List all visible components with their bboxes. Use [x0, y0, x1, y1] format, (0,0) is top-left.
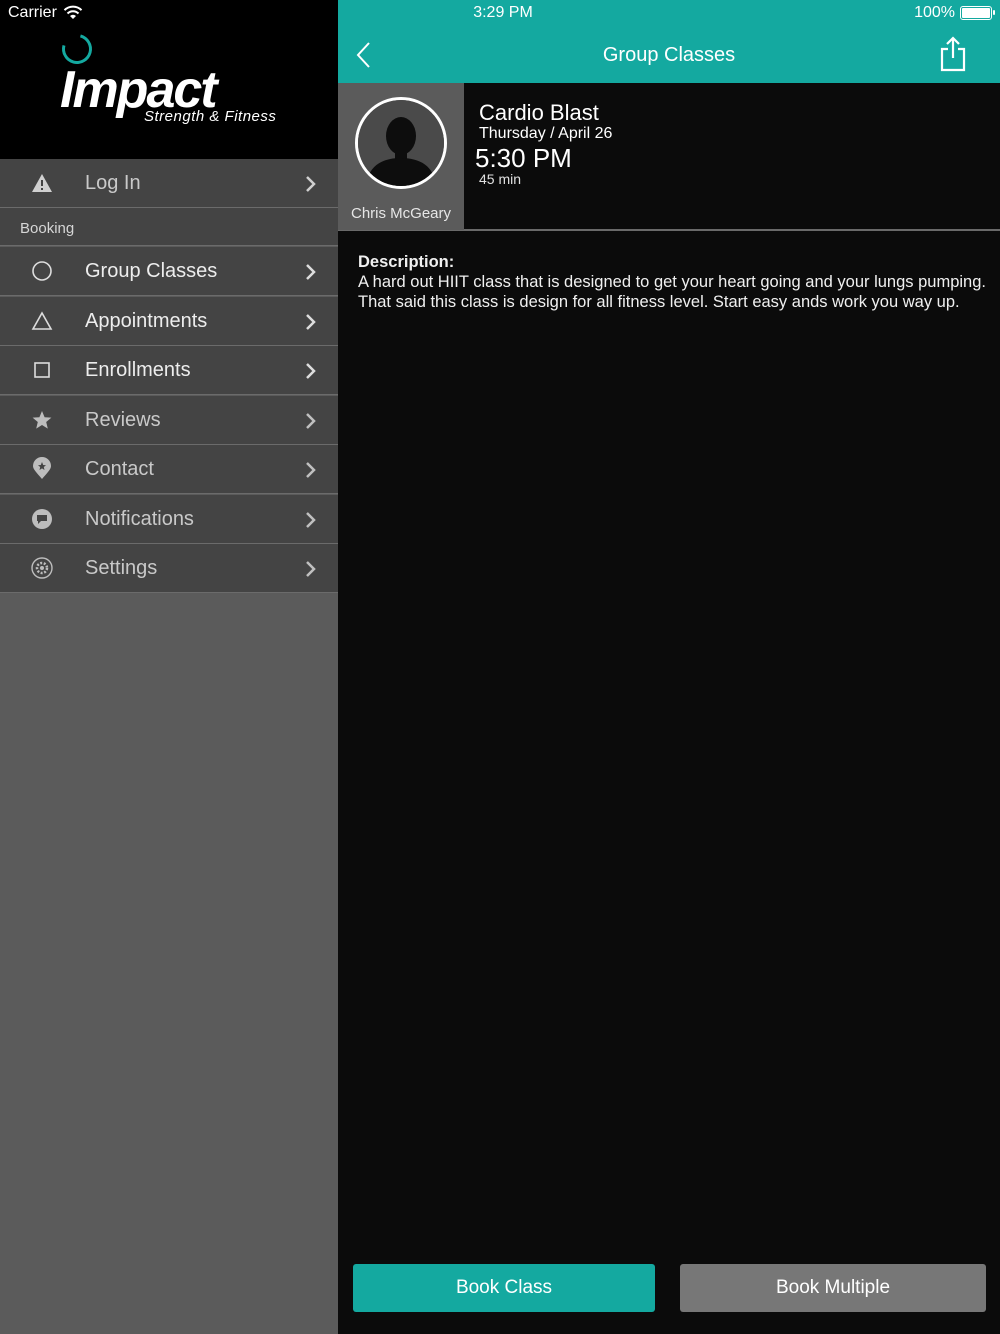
navigation-bar: 3:29 PM 100% Group Classes: [338, 0, 1000, 83]
chevron-right-icon: [306, 264, 316, 280]
class-date: Thursday / April 26: [479, 125, 613, 142]
class-time: 5:30 PM: [475, 143, 572, 173]
chat-bubble-icon: [30, 507, 54, 531]
location-pin-icon: [30, 457, 54, 481]
triangle-icon: [30, 309, 54, 333]
circle-icon: [30, 259, 54, 283]
star-icon: [30, 408, 54, 432]
wifi-icon: [63, 5, 83, 19]
sidebar-item-label: Contact: [85, 458, 154, 480]
chevron-right-icon: [306, 363, 316, 379]
logo-subtitle: Strength & Fitness: [144, 108, 277, 125]
sidebar-item-login[interactable]: Log In: [0, 159, 338, 208]
app-root: Carrier Impact Strength & Fitness Log In: [0, 0, 1000, 1334]
impact-logo: Impact Strength & Fitness: [56, 28, 286, 132]
class-description: Description: A hard out HIIT class that …: [358, 252, 988, 312]
sidebar-item-settings[interactable]: Settings: [0, 544, 338, 593]
status-bar-right: 100%: [914, 4, 995, 22]
section-header-booking: Booking: [0, 208, 338, 246]
page-title: Group Classes: [602, 44, 736, 66]
status-time: 3:29 PM: [473, 4, 533, 21]
carrier-label: Carrier: [8, 4, 57, 21]
sidebar-item-label: Notifications: [85, 508, 194, 530]
sidebar-item-appointments[interactable]: Appointments: [0, 297, 338, 346]
sidebar: Carrier Impact Strength & Fitness Log In: [0, 0, 338, 1334]
section-label: Booking: [20, 220, 75, 237]
sidebar-item-label: Appointments: [85, 310, 208, 332]
sidebar-item-label: Enrollments: [85, 359, 191, 381]
battery-icon: [960, 6, 995, 20]
chevron-right-icon: [306, 462, 316, 478]
chevron-right-icon: [306, 561, 316, 577]
sidebar-item-label: Reviews: [85, 409, 161, 431]
book-multiple-button[interactable]: Book Multiple: [680, 1264, 986, 1312]
share-button[interactable]: [938, 36, 968, 72]
chevron-right-icon: [306, 512, 316, 528]
sidebar-item-enrollments[interactable]: Enrollments: [0, 346, 338, 395]
instructor-name: Chris McGeary: [350, 205, 451, 222]
main-panel: 3:29 PM 100% Group Classes Chris McGeary…: [338, 0, 1000, 1334]
sidebar-item-group-classes[interactable]: Group Classes: [0, 247, 338, 296]
square-icon: [30, 358, 54, 382]
chevron-right-icon: [306, 176, 316, 192]
sidebar-item-notifications[interactable]: Notifications: [0, 495, 338, 544]
sidebar-header: Carrier Impact Strength & Fitness: [0, 0, 338, 159]
status-bar-left: Carrier: [8, 4, 83, 22]
book-class-button[interactable]: Book Class: [353, 1264, 655, 1312]
class-name: Cardio Blast: [479, 100, 599, 125]
warning-icon: [30, 171, 54, 195]
class-duration: 45 min: [479, 171, 522, 187]
class-header: Chris McGeary Cardio Blast Thursday / Ap…: [338, 83, 1000, 231]
sidebar-item-reviews[interactable]: Reviews: [0, 396, 338, 445]
sidebar-item-label: Group Classes: [85, 260, 218, 282]
person-silhouette-icon: [358, 100, 444, 186]
battery-percent: 100%: [914, 4, 955, 21]
sidebar-item-label: Log In: [85, 172, 141, 194]
description-text: A hard out HIIT class that is designed t…: [358, 273, 986, 311]
chevron-right-icon: [306, 413, 316, 429]
description-label: Description:: [358, 253, 455, 271]
avatar: [355, 97, 447, 189]
sidebar-item-label: Settings: [85, 557, 158, 579]
gear-icon: [30, 556, 54, 580]
instructor-card[interactable]: Chris McGeary: [338, 83, 464, 230]
chevron-right-icon: [306, 314, 316, 330]
sidebar-item-contact[interactable]: Contact: [0, 445, 338, 494]
